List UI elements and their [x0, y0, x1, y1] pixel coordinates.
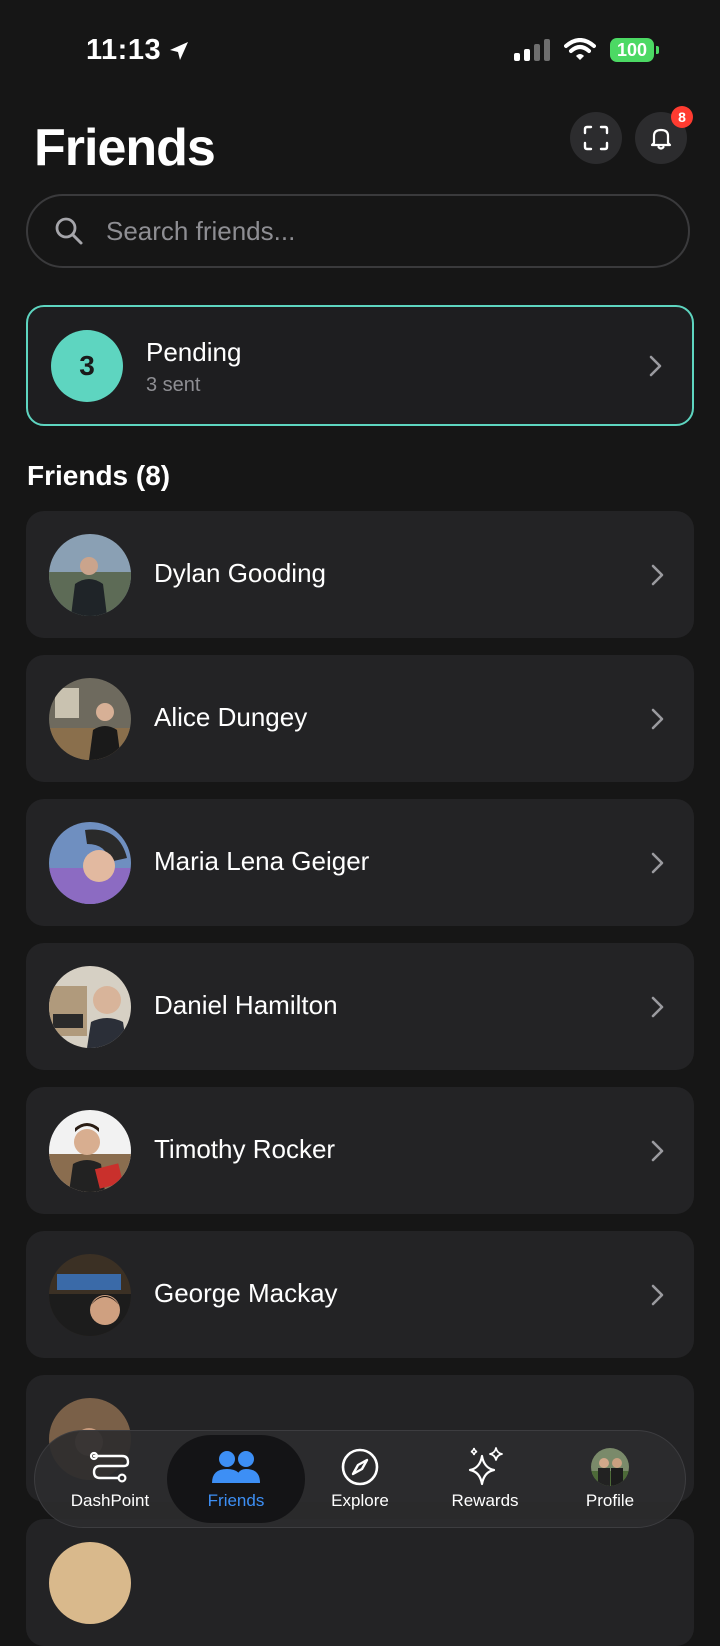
friend-avatar: [49, 1110, 131, 1192]
friend-row-timothy-rocker[interactable]: Timothy Rocker: [26, 1087, 694, 1214]
cellular-signal-icon: [514, 39, 550, 61]
dashpoint-icon: [88, 1447, 132, 1487]
compass-icon: [340, 1447, 380, 1487]
chevron-right-icon: [648, 354, 664, 378]
tab-label: Profile: [585, 1491, 635, 1510]
search-input[interactable]: [104, 214, 628, 248]
chevron-right-icon: [650, 995, 666, 1019]
chevron-right-icon: [650, 707, 666, 731]
pending-count-circle: 3: [51, 330, 123, 402]
bell-icon: [650, 128, 672, 150]
friend-row-daniel-hamilton[interactable]: Daniel Hamilton: [26, 943, 694, 1070]
page-title: Friends: [34, 119, 216, 177]
friend-avatar: [49, 1542, 131, 1624]
friend-name: George Mackay: [154, 1278, 338, 1308]
status-time-text: 11:13: [86, 34, 162, 66]
status-indicators: 100: [514, 38, 659, 62]
friend-row-partial[interactable]: [26, 1519, 694, 1646]
wifi-icon: [564, 38, 596, 60]
friend-name: Maria Lena Geiger: [154, 846, 370, 876]
friend-avatar: [49, 678, 131, 760]
friend-name: Alice Dungey: [154, 702, 308, 732]
tab-bar: DashPoint Friends Explore Rewards Profil…: [34, 1430, 686, 1528]
friend-name: Timothy Rocker: [154, 1134, 336, 1164]
tab-label: Rewards: [451, 1491, 519, 1510]
tab-label: DashPoint: [70, 1491, 150, 1510]
friends-icon: [210, 1447, 262, 1487]
profile-avatar: [590, 1447, 630, 1487]
tab-dashpoint[interactable]: DashPoint: [45, 1431, 175, 1527]
search-icon: [54, 216, 84, 246]
tab-friends[interactable]: Friends: [167, 1435, 305, 1523]
friend-avatar: [49, 966, 131, 1048]
tab-label: Friends: [207, 1491, 265, 1510]
battery-indicator: 100: [610, 38, 659, 62]
friend-row-maria-lena-geiger[interactable]: Maria Lena Geiger: [26, 799, 694, 926]
chevron-right-icon: [650, 851, 666, 875]
tab-explore[interactable]: Explore: [295, 1431, 425, 1527]
status-time: 11:13: [86, 34, 191, 67]
friend-name: Daniel Hamilton: [154, 990, 338, 1020]
tab-label: Explore: [331, 1491, 389, 1510]
sparkles-icon: [464, 1447, 506, 1487]
friend-avatar: [49, 1254, 131, 1336]
friend-row-dylan-gooding[interactable]: Dylan Gooding: [26, 511, 694, 638]
pending-subtitle: 3 sent: [146, 374, 201, 396]
friend-avatar: [49, 534, 131, 616]
chevron-right-icon: [650, 1139, 666, 1163]
pending-requests-card[interactable]: 3 Pending 3 sent: [26, 305, 694, 426]
friend-row-alice-dungey[interactable]: Alice Dungey: [26, 655, 694, 782]
notifications-button[interactable]: 8: [635, 106, 693, 164]
scan-button[interactable]: [570, 112, 622, 164]
friend-avatar: [49, 822, 131, 904]
chevron-right-icon: [650, 563, 666, 587]
friend-row-george-mackay[interactable]: George Mackay: [26, 1231, 694, 1358]
search-bar[interactable]: [26, 194, 690, 268]
notification-badge: 8: [671, 106, 693, 128]
battery-level: 100: [616, 39, 648, 60]
chevron-right-icon: [650, 1283, 666, 1307]
friends-section-title: Friends (8): [27, 460, 171, 491]
pending-title: Pending: [146, 337, 242, 367]
scan-icon: [583, 125, 609, 151]
tab-rewards[interactable]: Rewards: [420, 1431, 550, 1527]
tab-profile[interactable]: Profile: [545, 1431, 675, 1527]
friend-name: Dylan Gooding: [154, 558, 326, 588]
location-arrow-icon: [170, 41, 189, 60]
